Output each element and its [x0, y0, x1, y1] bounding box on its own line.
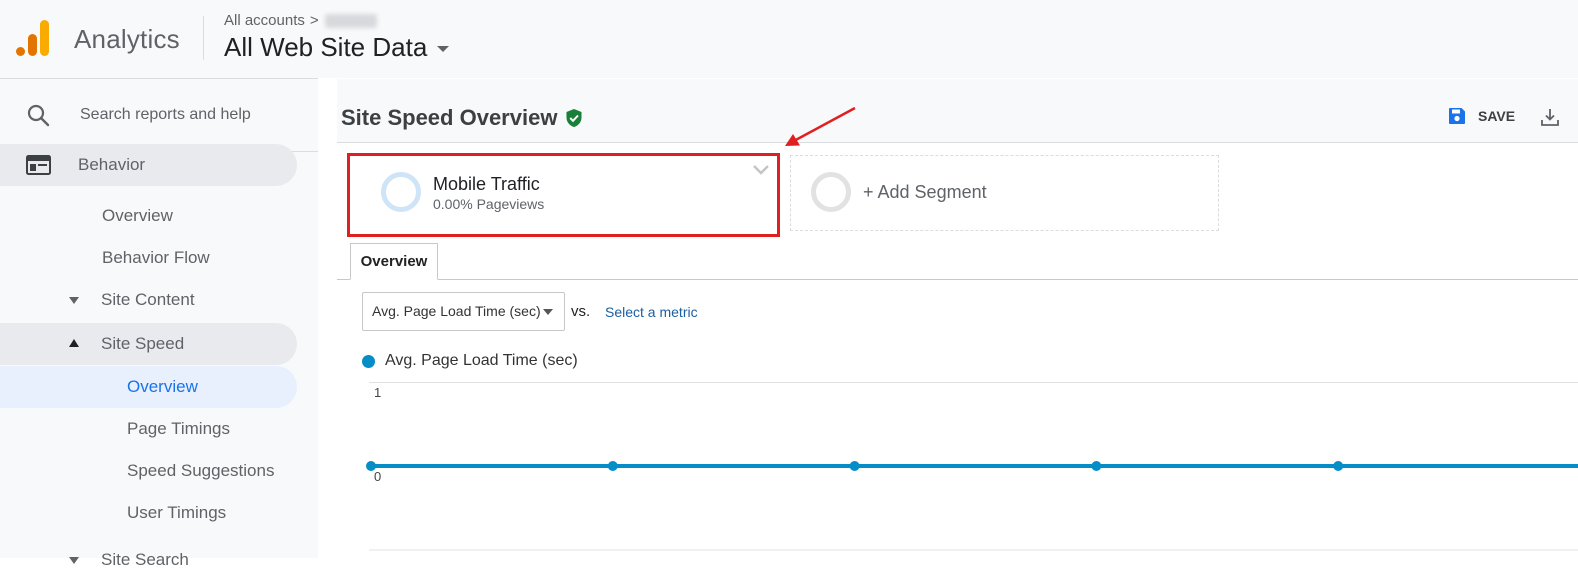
caret-down-icon — [543, 309, 553, 315]
sidebar-item-label: Speed Suggestions — [127, 461, 275, 480]
sidebar-item-user-timings[interactable]: User Timings — [0, 492, 297, 534]
sidebar-item-label: Site Content — [101, 290, 195, 309]
sidebar-item-label: User Timings — [127, 503, 227, 522]
sidebar-item-label: Behavior — [78, 155, 146, 174]
sidebar-item-site-content[interactable]: Site Content — [0, 279, 297, 321]
sidebar-item-site-speed-overview[interactable]: Overview — [0, 366, 297, 408]
add-segment-ring-icon — [811, 172, 851, 212]
redacted-account-name — [324, 13, 377, 28]
view-selector[interactable]: All Web Site Data — [224, 32, 450, 63]
sidebar-item-label: Behavior Flow — [102, 248, 210, 267]
sidebar-item-label: Overview — [102, 206, 173, 225]
search-bar[interactable]: Search reports and help — [0, 79, 318, 152]
save-button[interactable]: SAVE — [1448, 107, 1515, 125]
save-icon — [1449, 108, 1465, 124]
triangle-down-icon — [69, 557, 79, 564]
chart-legend: Avg. Page Load Time (sec) — [362, 352, 578, 370]
sidebar-item-label: Site Speed — [101, 334, 185, 353]
sidebar-item-label: Page Timings — [127, 419, 230, 438]
segment-name: Mobile Traffic — [433, 174, 540, 194]
vs-label: vs. — [571, 303, 591, 320]
breadcrumb-separator: > — [309, 12, 319, 29]
add-segment-button[interactable]: + Add Segment — [790, 155, 1219, 231]
main-content: Site Speed Overview SAVE Mobile Traffic … — [337, 79, 1578, 558]
add-segment-label: + Add Segment — [863, 182, 987, 202]
caret-down-icon — [437, 45, 450, 52]
report-title-bar: Site Speed Overview SAVE — [337, 79, 1578, 143]
chevron-down-icon[interactable] — [752, 164, 770, 176]
behavior-icon — [26, 155, 51, 175]
sidebar-item-site-search[interactable]: Site Search — [0, 539, 297, 581]
view-name: All Web Site Data — [224, 32, 428, 62]
data-point — [1091, 461, 1102, 471]
verified-shield-icon — [566, 109, 582, 127]
page-title-text: Site Speed Overview — [341, 105, 558, 130]
data-point — [849, 461, 860, 471]
segment-subtitle: 0.00% Pageviews — [433, 196, 545, 212]
sidebar-item-label: Overview — [127, 377, 198, 396]
legend-dot-icon — [362, 354, 375, 368]
data-point — [366, 461, 376, 471]
sidebar-item-label: Site Search — [101, 550, 189, 569]
sidebar-item-behavior[interactable]: Behavior — [0, 144, 297, 186]
app-name: Analytics — [74, 24, 180, 54]
annotation-arrow-icon — [785, 106, 856, 146]
metric-select-value: Avg. Page Load Time (sec) — [372, 303, 541, 319]
analytics-logo-icon — [16, 20, 49, 56]
segment-card-mobile-traffic[interactable]: Mobile Traffic 0.00% Pageviews — [347, 153, 780, 237]
top-bar: Analytics All accounts > All Web Site Da… — [0, 0, 1578, 78]
legend-series-name: Avg. Page Load Time (sec) — [385, 352, 578, 369]
data-point — [607, 461, 618, 471]
line-chart: 10 — [366, 382, 1578, 551]
search-input[interactable]: Search reports and help — [80, 106, 251, 124]
download-icon[interactable] — [1540, 107, 1560, 127]
select-metric-link[interactable]: Select a metric — [605, 304, 698, 320]
sidebar-item-page-timings[interactable]: Page Timings — [0, 408, 297, 450]
tab-divider — [337, 279, 1578, 280]
segment-ring-icon — [381, 172, 421, 212]
y-tick-label: 1 — [374, 385, 381, 400]
search-icon — [27, 104, 50, 127]
tab-overview[interactable]: Overview — [350, 243, 438, 280]
y-tick-label: 0 — [374, 469, 381, 484]
sidebar-item-behavior-flow[interactable]: Behavior Flow — [0, 237, 297, 279]
save-label: SAVE — [1478, 108, 1516, 124]
breadcrumb[interactable]: All accounts > — [224, 12, 377, 29]
sidebar: Search reports and help Behavior Overvie… — [0, 79, 318, 569]
sidebar-item-speed-suggestions[interactable]: Speed Suggestions — [0, 450, 297, 492]
data-point — [1333, 461, 1344, 471]
breadcrumb-root[interactable]: All accounts — [224, 12, 305, 29]
sidebar-item-site-speed[interactable]: Site Speed — [0, 323, 297, 365]
page-title: Site Speed Overview — [341, 105, 583, 131]
triangle-up-icon — [69, 339, 79, 347]
sidebar-item-behavior-overview[interactable]: Overview — [0, 195, 297, 237]
header-divider — [203, 16, 204, 60]
triangle-down-icon — [69, 297, 79, 304]
metric-select[interactable]: Avg. Page Load Time (sec) — [362, 292, 565, 331]
